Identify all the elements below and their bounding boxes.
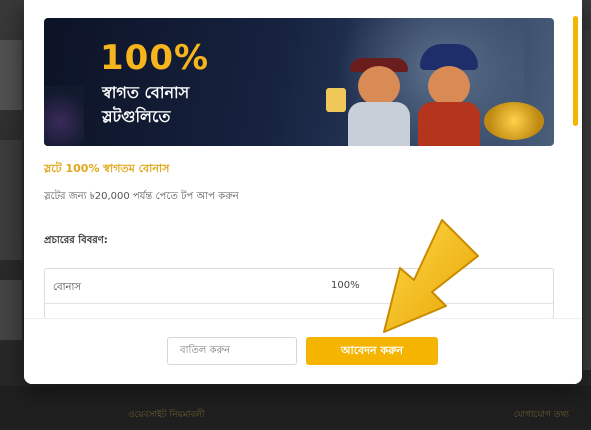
background-panel — [0, 40, 22, 110]
offer-title: স্লটে 100% স্বাগতম বোনাস — [44, 162, 170, 175]
background-panel — [0, 280, 22, 340]
background-panel — [0, 140, 22, 260]
banner-line: স্বাগত বোনাস — [102, 83, 190, 102]
apply-button[interactable]: আবেদন করুন — [306, 337, 438, 365]
table-row — [45, 304, 553, 318]
banner-line: স্লটগুলিতে — [102, 107, 171, 126]
offer-description: স্লটের জন্য ৳20,000 পর্যন্ত পেতে টপ আপ ক… — [44, 191, 239, 202]
modal-scrollbar[interactable] — [573, 16, 578, 126]
promo-banner: 100% স্বাগত বোনাস স্লটগুলিতে — [44, 18, 554, 146]
bonus-modal: 100% স্বাগত বোনাস স্লটগুলিতে স্লটে 100% … — [24, 0, 582, 384]
modal-actions: বাতিল করুন আবেদন করুন — [24, 318, 582, 384]
treasure-illustration — [484, 102, 544, 140]
cancel-button[interactable]: বাতিল করুন — [167, 337, 297, 365]
details-heading: প্রচারের বিবরণ: — [44, 235, 108, 246]
footer-link[interactable]: যোগাযোগ তথ্য — [514, 407, 569, 422]
table-cell-value: 100% — [331, 280, 360, 291]
table-row: বোনাস 100% — [45, 269, 553, 304]
pirate-illustration — [344, 36, 414, 146]
pirate-captain-illustration — [414, 36, 484, 146]
banner-decoration — [44, 86, 84, 146]
table-cell-label: বোনাস — [53, 282, 81, 293]
banner-headline: 100% — [100, 38, 210, 78]
details-table: বোনাস 100% — [44, 268, 554, 319]
beer-mug-illustration — [326, 88, 346, 112]
footer-link[interactable]: ওয়েবসাইট নিয়মাবলী — [128, 407, 205, 422]
background-footer: ওয়েবসাইট নিয়মাবলী যোগাযোগ তথ্য — [0, 386, 591, 430]
background-panel — [583, 30, 591, 370]
